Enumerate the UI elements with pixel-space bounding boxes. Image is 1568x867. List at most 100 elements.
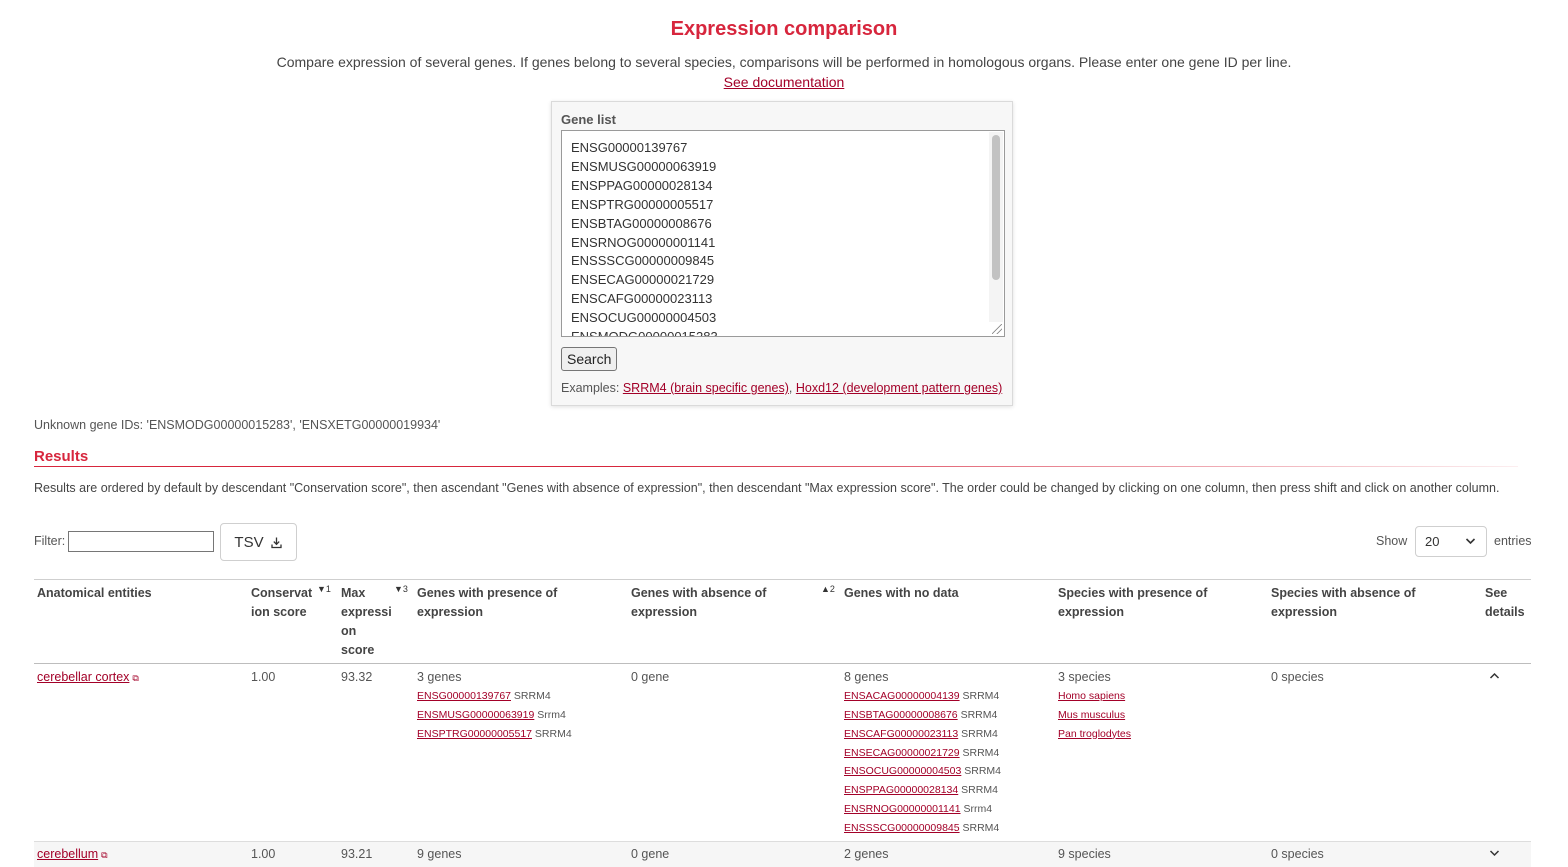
gene-id-link[interactable]: ENSSSCG00000009845	[844, 822, 960, 834]
external-link-icon[interactable]: ⧉	[132, 673, 138, 683]
gene-symbol: Srrm4	[963, 803, 993, 816]
results-divider	[34, 466, 1518, 467]
gene-symbol: SRRM4	[961, 727, 998, 740]
genes-presence-list: ENSG00000139767 SRRM4 ENSMUSG00000063919 …	[417, 687, 572, 744]
download-icon	[270, 537, 282, 548]
gene-list-content: ENSG00000139767 ENSMUSG00000063919 ENSPPAG…	[571, 139, 718, 337]
sort-desc-icon: ▼3	[394, 584, 408, 594]
header-anatomical-entities[interactable]: Anatomical entities	[37, 584, 237, 603]
header-max-expression-score[interactable]: Max expressi on score	[341, 584, 396, 660]
entries-per-page-select[interactable]: 20	[1415, 526, 1487, 557]
filter-label: Filter:	[34, 534, 66, 548]
gene-list-line: ENSBTAG00000008676	[571, 215, 712, 231]
header-see-details: See details	[1485, 586, 1525, 619]
documentation-link[interactable]: See documentation	[724, 72, 845, 92]
conservation-score: 1.00	[251, 847, 276, 861]
tsv-download-button[interactable]: TSV	[220, 523, 297, 561]
resize-grip-icon[interactable]	[992, 324, 1002, 334]
genes-presence-count: 3 genes	[417, 670, 462, 684]
species-absence-count: 0 species	[1271, 847, 1324, 861]
species-link[interactable]: Homo sapiens	[1058, 690, 1125, 702]
gene-search-form: Gene list ENSG00000139767 ENSMUSG00000063…	[551, 101, 1013, 406]
gene-entry: ENSPPAG00000028134 SRRM4	[844, 781, 1001, 800]
show-label: Show	[1376, 534, 1408, 548]
examples-separator: ,	[788, 381, 793, 395]
header-genes-absence[interactable]: Genes with absence of expression	[631, 584, 831, 622]
chevron-up-icon[interactable]	[1489, 670, 1500, 685]
chevron-down-icon	[1465, 527, 1476, 566]
header-genes-presence[interactable]: Genes with presence of expression	[417, 584, 617, 622]
entries-per-page-value: 20	[1425, 534, 1440, 549]
gene-list-line: ENSOCUG00000004503	[571, 310, 717, 326]
tsv-label: TSV	[234, 533, 264, 551]
gene-entry: ENSMUSG00000063919 Srrm4	[417, 706, 572, 725]
results-title: Results	[34, 448, 89, 465]
gene-list-label: Gene list	[561, 112, 616, 127]
gene-id-link[interactable]: ENSCAFG00000023113	[844, 728, 958, 740]
header-conservation-score[interactable]: Conservat ion score	[251, 584, 315, 622]
page-intro: Compare expression of several genes. If …	[0, 52, 1568, 92]
external-link-icon[interactable]: ⧉	[101, 850, 107, 860]
header-species-presence[interactable]: Species with presence of expression	[1058, 584, 1258, 622]
gene-id-link[interactable]: ENSPPAG00000028134	[844, 784, 958, 796]
genes-absence-count: 0 gene	[631, 847, 670, 861]
gene-id-link[interactable]: ENSECAG00000021729	[844, 747, 960, 759]
species-entry: Pan troglodytes	[1058, 725, 1131, 744]
gene-id-link[interactable]: ENSBTAG00000008676	[844, 709, 958, 721]
gene-entry: ENSACAG00000004139 SRRM4	[844, 687, 1001, 706]
gene-id-link[interactable]: ENSG00000139767	[417, 690, 511, 702]
gene-list-line: ENSRNOG00000001141	[571, 234, 716, 250]
gene-list-line: ENSSSCG00000009845	[571, 253, 715, 269]
textarea-scrollbar[interactable]	[989, 132, 1003, 322]
filter-input[interactable]	[68, 531, 214, 552]
species-absence-count: 0 species	[1271, 670, 1324, 684]
species-link[interactable]: Pan troglodytes	[1058, 728, 1131, 740]
gene-list-line: ENSPTRG00000005517	[571, 196, 714, 212]
example-srrm4-link[interactable]: SRRM4 (brain specific genes)	[623, 381, 789, 395]
gene-entry: ENSRNOG00000001141 Srrm4	[844, 800, 1001, 819]
search-button[interactable]: Search	[561, 347, 618, 371]
species-link[interactable]: Mus musculus	[1058, 709, 1125, 721]
gene-list-line: ENSMODG00000015283	[571, 329, 718, 337]
sort-asc-icon: ▲2	[821, 584, 835, 594]
gene-entry: ENSPTRG00000005517 SRRM4	[417, 725, 572, 744]
species-presence-count: 9 species	[1058, 847, 1111, 861]
max-expression-score: 93.32	[341, 670, 373, 684]
genes-no-data-list: ENSACAG00000004139 SRRM4 ENSBTAG000000086…	[844, 687, 1001, 838]
anatomical-entity-link[interactable]: cerebellum	[37, 847, 98, 861]
gene-symbol: SRRM4	[960, 708, 998, 721]
gene-symbol: SRRM4	[962, 746, 1000, 759]
gene-symbol: SRRM4	[964, 765, 1002, 778]
gene-entry: ENSCAFG00000023113 SRRM4	[844, 725, 1001, 744]
gene-list-line: ENSCAFG00000023113	[571, 291, 713, 307]
header-species-absence[interactable]: Species with absence of expression	[1271, 584, 1471, 622]
gene-id-link[interactable]: ENSPTRG00000005517	[417, 728, 532, 740]
table-row-anatomical-entity: cerebellum ⧉	[37, 845, 108, 865]
gene-id-link[interactable]: ENSMUSG00000063919	[417, 709, 534, 721]
genes-no-data-count: 2 genes	[844, 847, 889, 861]
gene-id-link[interactable]: ENSRNOG00000001141	[844, 803, 961, 815]
scrollbar-thumb[interactable]	[992, 135, 1000, 280]
unknown-gene-ids: Unknown gene IDs: 'ENSMODG00000015283', …	[34, 418, 441, 432]
table-row-anatomical-entity: cerebellar cortex ⧉	[37, 668, 139, 688]
gene-entry: ENSG00000139767 SRRM4	[417, 687, 572, 706]
table-header-border	[34, 663, 1531, 664]
page-title: Expression comparison	[670, 18, 898, 40]
conservation-score: 1.00	[251, 670, 276, 684]
gene-entry: ENSECAG00000021729 SRRM4	[844, 744, 1001, 763]
anatomical-entity-link[interactable]: cerebellar cortex	[37, 670, 129, 684]
species-presence-count: 3 species	[1058, 670, 1111, 684]
gene-symbol: SRRM4	[513, 690, 551, 702]
entries-label: entries	[1494, 534, 1532, 548]
chevron-down-icon[interactable]	[1489, 847, 1500, 862]
gene-entry: ENSBTAG00000008676 SRRM4	[844, 706, 1001, 725]
example-hoxd12-link[interactable]: Hoxd12 (development pattern genes)	[796, 381, 1002, 395]
gene-id-link[interactable]: ENSOCUG00000004503	[844, 765, 961, 777]
header-genes-no-data[interactable]: Genes with no data	[844, 584, 1044, 603]
gene-id-link[interactable]: ENSACAG00000004139	[844, 690, 960, 702]
gene-symbol: SRRM4	[961, 784, 998, 797]
intro-text: Compare expression of several genes. If …	[276, 54, 1292, 70]
gene-symbol: SRRM4	[962, 821, 1000, 834]
gene-list-textarea[interactable]: ENSG00000139767 ENSMUSG00000063919 ENSPPAG…	[561, 130, 1005, 337]
examples-line: Examples: SRRM4 (brain specific genes), …	[561, 381, 1002, 395]
